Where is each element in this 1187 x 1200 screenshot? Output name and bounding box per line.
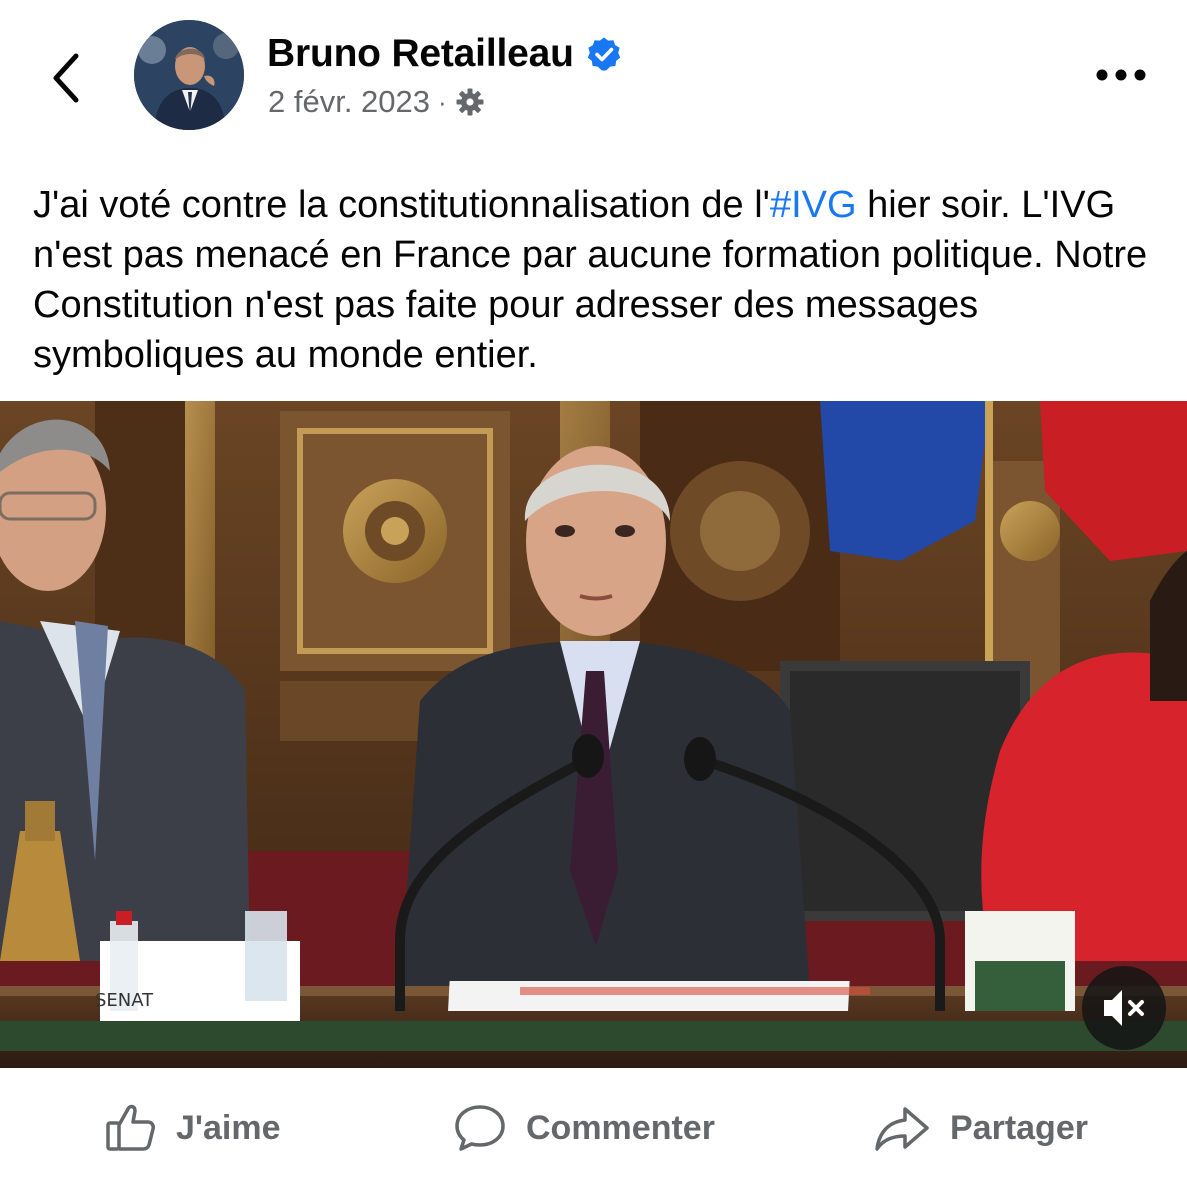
- video-player[interactable]: SENAT: [0, 401, 1187, 1068]
- share-label: Partager: [950, 1108, 1088, 1147]
- post-date[interactable]: 2 févr. 2023: [268, 84, 430, 120]
- post-text-before: J'ai voté contre la constitutionnalisati…: [33, 184, 770, 226]
- speaker-muted-icon: [1104, 990, 1144, 1026]
- post-actions-bar: J'aime Commenter Partager: [0, 1068, 1187, 1200]
- post-text: J'ai voté contre la constitutionnalisati…: [33, 180, 1163, 380]
- like-label: J'aime: [176, 1108, 281, 1147]
- author-row: Bruno Retailleau: [267, 27, 622, 81]
- back-button[interactable]: [40, 44, 96, 108]
- share-button[interactable]: Partager: [872, 1098, 1088, 1158]
- thumbs-up-icon: [106, 1104, 155, 1151]
- more-options-button[interactable]: [1092, 60, 1152, 90]
- desk-sign-text: SENAT: [95, 990, 154, 1011]
- comment-bubble-icon: [455, 1105, 505, 1151]
- verified-badge-icon: [587, 37, 620, 71]
- gear-icon[interactable]: [455, 87, 485, 117]
- post-meta: 2 févr. 2023 ·: [268, 82, 485, 122]
- post-header: Bruno Retailleau 2 févr. 2023 ·: [0, 0, 1187, 150]
- author-name[interactable]: Bruno Retailleau: [267, 32, 574, 76]
- avatar-image: [134, 20, 244, 130]
- video-frame: SENAT: [0, 401, 1187, 1068]
- more-horizontal-icon: [1096, 69, 1146, 81]
- share-arrow-icon: [875, 1107, 929, 1151]
- mute-toggle-button[interactable]: [1082, 966, 1166, 1050]
- hashtag-link[interactable]: #IVG: [770, 184, 857, 226]
- comment-label: Commenter: [526, 1108, 715, 1147]
- comment-button[interactable]: Commenter: [452, 1098, 715, 1158]
- author-avatar[interactable]: [134, 20, 244, 130]
- like-button[interactable]: J'aime: [104, 1098, 281, 1158]
- meta-separator: ·: [438, 86, 447, 117]
- chevron-left-icon: [53, 53, 79, 103]
